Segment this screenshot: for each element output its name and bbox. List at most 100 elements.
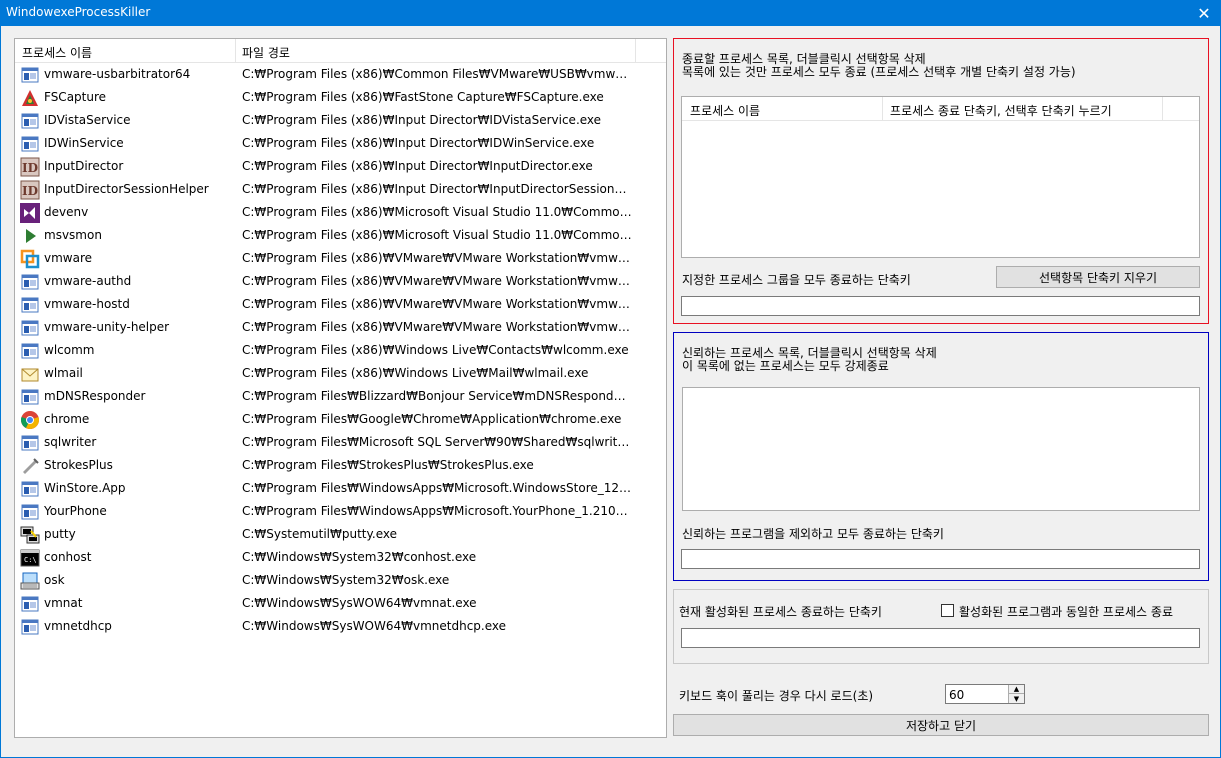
process-name: vmware-unity-helper	[44, 320, 170, 334]
chrome-icon	[20, 410, 40, 430]
svg-text:C:\: C:\	[24, 556, 37, 564]
trust-group-hotkey-input[interactable]	[681, 549, 1200, 569]
kill-list-column-name[interactable]: 프로세스 이름	[690, 102, 760, 119]
process-path: C:₩Program Files₩Microsoft SQL Server₩90…	[242, 435, 632, 449]
process-name: conhost	[44, 550, 92, 564]
save-and-close-button[interactable]: 저장하고 닫기	[673, 714, 1209, 736]
process-path: C:₩Program Files₩WindowsApps₩Microsoft.W…	[242, 481, 632, 495]
kill-process-list[interactable]: 프로세스 이름 프로세스 종료 단축키, 선택후 단축키 누르기	[681, 96, 1200, 258]
process-row[interactable]: wlcomm C:₩Program Files (x86)₩Windows Liv…	[15, 339, 666, 362]
process-name: InputDirector	[44, 159, 124, 173]
process-row[interactable]: chrome C:₩Program Files₩Google₩Chrome₩App…	[15, 408, 666, 431]
kill-group-hotkey-input[interactable]	[681, 296, 1200, 316]
reload-interval-spinner[interactable]: 60 ▲ ▼	[945, 684, 1025, 704]
process-row[interactable]: vmnat C:₩Windows₩SysWOW64₩vmnat.exe	[15, 592, 666, 615]
vmware-app-icon	[20, 341, 40, 361]
visual-studio-icon	[20, 203, 40, 223]
trusted-process-list[interactable]	[682, 387, 1200, 511]
process-path: C:₩Program Files (x86)₩Input Director₩ID…	[242, 136, 595, 150]
play-icon	[20, 226, 40, 246]
vmware-app-icon	[20, 318, 40, 338]
column-separator[interactable]	[1162, 97, 1163, 121]
process-path: C:₩Program Files (x86)₩FastStone Capture…	[242, 90, 604, 104]
vmware-app-icon	[20, 272, 40, 292]
spin-up-icon[interactable]: ▲	[1009, 685, 1024, 694]
process-path: C:₩Program Files (x86)₩Common Files₩VMwa…	[242, 67, 632, 81]
trusted-process-group: 신뢰하는 프로세스 목록, 더블클릭시 선택항목 삭제 이 목록에 없는 프로세…	[673, 332, 1209, 581]
main-window: 프로세스 이름 파일 경로 vmware-usbarbitrator64 C:₩P…	[0, 26, 1221, 758]
process-row[interactable]: vmware-usbarbitrator64 C:₩Program Files (…	[15, 63, 666, 86]
same-process-checkbox[interactable]	[941, 604, 954, 617]
process-name: putty	[44, 527, 76, 541]
process-path: C:₩Systemutil₩putty.exe	[242, 527, 398, 541]
input-director-icon: ID	[20, 157, 40, 177]
process-name: vmware-usbarbitrator64	[44, 67, 191, 81]
spin-down-icon[interactable]: ▼	[1009, 694, 1024, 703]
trust-group-hotkey-label: 신뢰하는 프로그램을 제외하고 모두 종료하는 단축키	[682, 527, 944, 541]
process-row[interactable]: wlmail C:₩Program Files (x86)₩Windows Liv…	[15, 362, 666, 385]
vmware-logo-icon	[20, 249, 40, 269]
process-name: IDWinService	[44, 136, 124, 150]
process-row[interactable]: StrokesPlus C:₩Program Files₩StrokesPlus₩…	[15, 454, 666, 477]
kill-process-group: 종료할 프로세스 목록, 더블클릭시 선택항목 삭제 목록에 있는 것만 프로세…	[673, 38, 1209, 324]
console-icon: C:\	[20, 548, 40, 568]
process-row[interactable]: vmware-hostd C:₩Program Files (x86)₩VMwar…	[15, 293, 666, 316]
process-row[interactable]: vmware C:₩Program Files (x86)₩VMware₩VMwa…	[15, 247, 666, 270]
process-name: vmnat	[44, 596, 83, 610]
process-row[interactable]: vmware-unity-helper C:₩Program Files (x86…	[15, 316, 666, 339]
vmware-app-icon	[20, 594, 40, 614]
column-header-process-name[interactable]: 프로세스 이름	[22, 44, 92, 61]
process-name: WinStore.App	[44, 481, 126, 495]
column-header-file-path[interactable]: 파일 경로	[242, 44, 290, 61]
process-name: mDNSResponder	[44, 389, 146, 403]
process-list[interactable]: 프로세스 이름 파일 경로 vmware-usbarbitrator64 C:₩P…	[14, 38, 667, 738]
active-hotkey-input[interactable]	[681, 628, 1200, 648]
process-path: C:₩Program Files (x86)₩Windows Live₩Mail…	[242, 366, 589, 380]
process-path: C:₩Program Files (x86)₩VMware₩VMware Wor…	[242, 251, 632, 265]
process-name: StrokesPlus	[44, 458, 113, 472]
process-path: C:₩Windows₩System32₩osk.exe	[242, 573, 450, 587]
process-name: IDVistaService	[44, 113, 131, 127]
active-process-group: 현재 활성화된 프로세스 종료하는 단축키 활성화된 프로그램과 동일한 프로세…	[673, 589, 1209, 664]
process-row[interactable]: osk C:₩Windows₩System32₩osk.exe	[15, 569, 666, 592]
column-separator[interactable]	[235, 39, 236, 63]
mail-icon	[20, 364, 40, 384]
process-row[interactable]: sqlwriter C:₩Program Files₩Microsoft SQL …	[15, 431, 666, 454]
process-row[interactable]: vmnetdhcp C:₩Windows₩SysWOW64₩vmnetdhcp.e…	[15, 615, 666, 638]
process-row[interactable]: FSCapture C:₩Program Files (x86)₩FastSton…	[15, 86, 666, 109]
process-path: C:₩Program Files (x86)₩VMware₩VMware Wor…	[242, 320, 632, 334]
process-row[interactable]: C:\ conhost C:₩Windows₩System32₩conhost.ex…	[15, 546, 666, 569]
clear-selected-hotkey-button[interactable]: 선택항목 단축키 지우기	[996, 266, 1200, 288]
kill-group-hotkey-label: 지정한 프로세스 그룹을 모두 종료하는 단축키	[682, 273, 911, 287]
process-row[interactable]: WinStore.App C:₩Program Files₩WindowsApps…	[15, 477, 666, 500]
process-list-header: 프로세스 이름 파일 경로	[15, 39, 666, 63]
process-name: vmware-hostd	[44, 297, 130, 311]
process-path: C:₩Program Files₩StrokesPlus₩StrokesPlus…	[242, 458, 534, 472]
process-path: C:₩Program Files (x86)₩Microsoft Visual …	[242, 228, 632, 242]
process-row[interactable]: putty C:₩Systemutil₩putty.exe	[15, 523, 666, 546]
process-row[interactable]: ID InputDirector C:₩Program Files (x86)₩In…	[15, 155, 666, 178]
process-row[interactable]: mDNSResponder C:₩Program Files₩Blizzard₩B…	[15, 385, 666, 408]
process-row[interactable]: IDVistaService C:₩Program Files (x86)₩Inp…	[15, 109, 666, 132]
process-path: C:₩Program Files (x86)₩VMware₩VMware Wor…	[242, 297, 632, 311]
process-path: C:₩Program Files (x86)₩Windows Live₩Cont…	[242, 343, 629, 357]
window-title: WindowexeProcessKiller	[6, 5, 151, 19]
process-name: devenv	[44, 205, 89, 219]
strokesplus-icon	[20, 456, 40, 476]
same-process-checkbox-label[interactable]: 활성화된 프로그램과 동일한 프로세스 종료	[959, 603, 1173, 620]
kill-list-column-hotkey[interactable]: 프로세스 종료 단축키, 선택후 단축키 누르기	[890, 102, 1112, 119]
reload-interval-value[interactable]: 60	[949, 688, 964, 702]
process-row[interactable]: vmware-authd C:₩Program Files (x86)₩VMwar…	[15, 270, 666, 293]
close-icon[interactable]: ✕	[1187, 0, 1221, 26]
vmware-app-icon	[20, 111, 40, 131]
process-row[interactable]: IDWinService C:₩Program Files (x86)₩Input…	[15, 132, 666, 155]
kill-list-header: 프로세스 이름 프로세스 종료 단축키, 선택후 단축키 누르기	[682, 97, 1199, 121]
process-row[interactable]: msvsmon C:₩Program Files (x86)₩Microsoft …	[15, 224, 666, 247]
column-separator[interactable]	[635, 39, 636, 63]
process-path: C:₩Program Files₩WindowsApps₩Microsoft.Y…	[242, 504, 632, 518]
process-row[interactable]: devenv C:₩Program Files (x86)₩Microsoft V…	[15, 201, 666, 224]
process-name: sqlwriter	[44, 435, 97, 449]
process-row[interactable]: YourPhone C:₩Program Files₩WindowsApps₩Mi…	[15, 500, 666, 523]
process-row[interactable]: ID InputDirectorSessionHelper C:₩Program F…	[15, 178, 666, 201]
column-separator[interactable]	[882, 97, 883, 121]
